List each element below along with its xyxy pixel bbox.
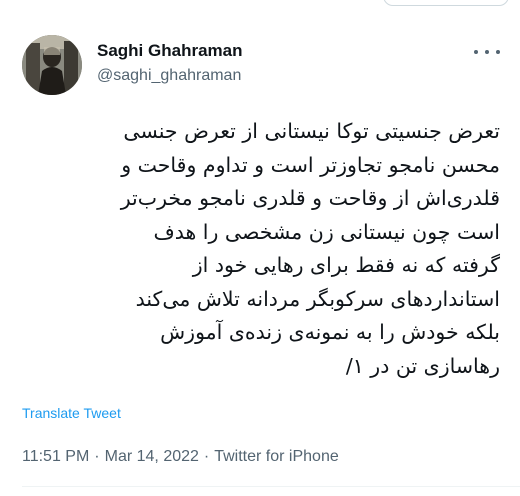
tweet-time[interactable]: 11:51 PM — [22, 448, 89, 465]
tweet-line: تعرض جنسیتی توکا نیستانی از تعرض جنسی — [123, 119, 500, 143]
more-dot — [474, 50, 478, 54]
tweet-source[interactable]: Twitter for iPhone — [214, 448, 339, 465]
avatar-image — [22, 35, 82, 95]
more-dot — [496, 50, 500, 54]
meta-separator: · — [203, 448, 210, 465]
tweet-line: گرفته که نه فقط برای رهایی خود از — [192, 253, 500, 277]
tweet-line: است چون نیستانی زن مشخصی را هدف — [153, 219, 500, 244]
avatar[interactable] — [22, 35, 82, 95]
tweet-text: تعرض جنسیتی توکا نیستانی از تعرض جنسی مح… — [20, 115, 500, 383]
tweet-date[interactable]: Mar 14, 2022 — [105, 448, 199, 465]
author-name[interactable]: Saghi Ghahraman — [97, 41, 242, 61]
tweet-metadata: 11:51 PM · Mar 14, 2022 · Twitter for iPhone — [22, 448, 339, 466]
tweet-line: محسن نامجو تجاوزتر است و تداوم وقاحت و — [121, 152, 500, 177]
more-options-icon[interactable] — [474, 46, 500, 58]
translate-tweet-link[interactable]: Translate Tweet — [22, 405, 121, 421]
divider — [22, 486, 520, 487]
tweet-line: قلدری‌اش از وقاحت و قلدری نامجو مخرب‌تر — [120, 186, 500, 210]
more-dot — [485, 50, 489, 54]
tweet-line: استانداردهای سرکوبگر مردانه تلاش می‌کند — [135, 286, 500, 311]
meta-separator: · — [94, 448, 100, 465]
tweet-line: رهاسازی تن در ۱/ — [345, 353, 500, 378]
tweet-line: بلکه خودش را به نمونه‌ی زنده‌ی آموزش — [160, 320, 500, 344]
top-pill-button[interactable] — [383, 0, 509, 6]
author-handle[interactable]: @saghi_ghahraman — [97, 67, 241, 85]
